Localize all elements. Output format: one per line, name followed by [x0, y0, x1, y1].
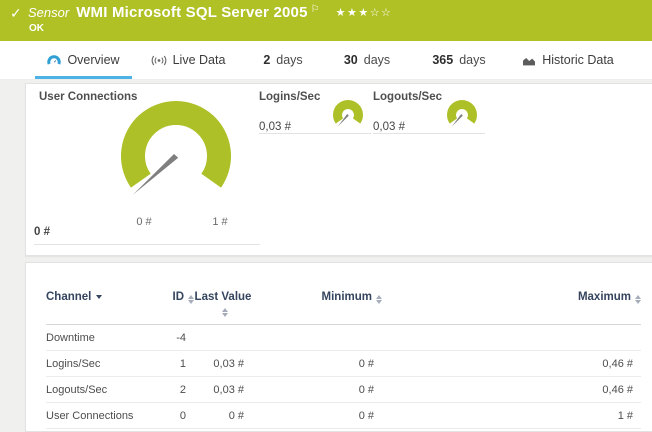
- sensor-kind-label: Sensor: [28, 5, 69, 20]
- cell-last: 0,03 #: [194, 384, 252, 396]
- column-header-id[interactable]: ID: [151, 291, 194, 304]
- logins-gauge-title: Logins/Sec: [259, 91, 320, 103]
- sort-icon: [635, 295, 641, 304]
- column-header-maximum[interactable]: Maximum: [382, 291, 641, 304]
- status-ok-check-icon: ✓: [10, 5, 22, 22]
- tab-live-data-label: Live Data: [173, 53, 226, 67]
- logins-value: 0,03 #: [259, 121, 291, 133]
- table-row[interactable]: Logins/Sec 1 0,03 # 0 # 0,46 #: [46, 351, 641, 377]
- tab-365-days-number: 365: [432, 53, 453, 67]
- cell-min: 0 #: [252, 410, 382, 422]
- channels-panel: Channel ID Last Value Minimum Maximum Do…: [25, 262, 652, 432]
- sort-descending-icon: [96, 295, 102, 299]
- tab-365-days[interactable]: 365 days: [424, 41, 494, 79]
- cell-min: 0 #: [252, 384, 382, 396]
- logouts-gauge: [443, 98, 481, 130]
- tab-2-days[interactable]: 2 days: [258, 41, 308, 79]
- cell-id: 1: [151, 358, 194, 370]
- cell-channel: Downtime: [46, 332, 151, 344]
- divider: [373, 133, 485, 134]
- table-row[interactable]: User Connections 0 0 # 0 # 1 #: [46, 403, 641, 429]
- column-header-last-value[interactable]: Last Value: [194, 291, 252, 317]
- cell-id: -4: [151, 332, 194, 344]
- gauges-panel: User Connections 0 # 1 # 0 # Logins/Sec …: [25, 83, 652, 256]
- gauge-scale-min-label: 0 #: [128, 216, 160, 228]
- cell-id: 0: [151, 410, 194, 422]
- sort-icon: [222, 308, 228, 317]
- cell-channel: Logins/Sec: [46, 358, 151, 370]
- logouts-gauge-title: Logouts/Sec: [373, 91, 442, 103]
- historic-chart-icon: [522, 55, 536, 66]
- cell-max: 1 #: [382, 410, 641, 422]
- tab-historic-data-label: Historic Data: [542, 53, 614, 67]
- priority-stars[interactable]: ★★★☆☆: [336, 6, 393, 19]
- tab-live-data[interactable]: Live Data: [148, 41, 228, 79]
- cell-last: 0 #: [194, 410, 252, 422]
- cell-min: 0 #: [252, 358, 382, 370]
- flag-icon[interactable]: ⚐: [311, 4, 320, 15]
- tab-2-days-number: 2: [263, 53, 270, 67]
- cell-channel: Logouts/Sec: [46, 384, 151, 396]
- live-data-icon: [151, 55, 167, 66]
- tab-2-days-word: days: [276, 53, 302, 67]
- tab-365-days-word: days: [459, 53, 485, 67]
- divider: [259, 133, 371, 134]
- table-row[interactable]: Downtime -4: [46, 325, 641, 351]
- cell-last: 0,03 #: [194, 358, 252, 370]
- user-connections-value: 0 #: [34, 226, 50, 238]
- gauge-scale-max-label: 1 #: [204, 216, 236, 228]
- table-header-row: Channel ID Last Value Minimum Maximum: [46, 291, 641, 325]
- column-header-minimum[interactable]: Minimum: [252, 291, 382, 304]
- cell-max: 0,46 #: [382, 384, 641, 396]
- channels-table: Channel ID Last Value Minimum Maximum Do…: [46, 291, 641, 429]
- tab-historic-data[interactable]: Historic Data: [520, 41, 616, 79]
- logouts-value: 0,03 #: [373, 121, 405, 133]
- logins-gauge: [329, 98, 367, 130]
- cell-max: 0,46 #: [382, 358, 641, 370]
- sensor-title: WMI Microsoft SQL Server 2005: [76, 4, 307, 21]
- tab-30-days-word: days: [364, 53, 390, 67]
- divider: [34, 244, 260, 245]
- tab-30-days[interactable]: 30 days: [338, 41, 396, 79]
- cell-channel: User Connections: [46, 410, 151, 422]
- tab-overview[interactable]: Overview: [35, 41, 132, 79]
- column-header-channel[interactable]: Channel: [46, 291, 151, 304]
- sensor-header: ✓ Sensor WMI Microsoft SQL Server 2005 ⚐…: [0, 0, 652, 41]
- tab-bar: Overview Live Data 2 days 30 days 365 da…: [0, 41, 652, 80]
- user-connections-gauge: [111, 96, 241, 218]
- sensor-title-row: Sensor WMI Microsoft SQL Server 2005 ⚐ ★…: [28, 4, 392, 21]
- tab-overview-label: Overview: [67, 53, 119, 67]
- cell-id: 2: [151, 384, 194, 396]
- tab-30-days-number: 30: [344, 53, 358, 67]
- table-row[interactable]: Logouts/Sec 2 0,03 # 0 # 0,46 #: [46, 377, 641, 403]
- status-badge: OK: [29, 23, 44, 34]
- gauge-icon: [47, 54, 61, 66]
